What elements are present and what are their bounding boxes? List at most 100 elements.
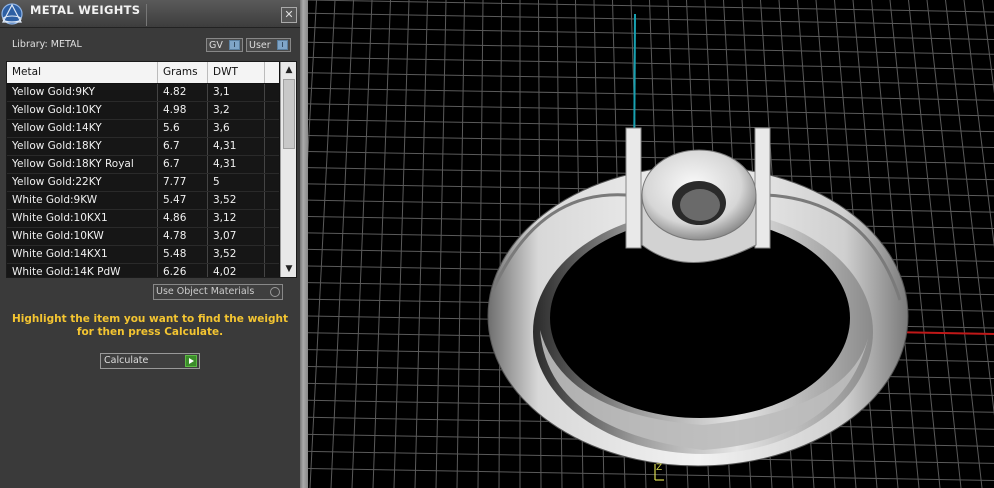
cell-metal: White Gold:10KX1 (7, 210, 158, 227)
cell-spacer (265, 84, 279, 101)
cell-metal: White Gold:14KX1 (7, 246, 158, 263)
cell-spacer (265, 228, 279, 245)
cell-grams: 6.7 (158, 138, 208, 155)
grid-line (308, 87, 994, 101)
play-icon (185, 355, 197, 367)
cell-metal: White Gold:9KW (7, 192, 158, 209)
grid-line (498, 0, 502, 488)
grid-line (308, 135, 994, 149)
table-header: Metal Grams DWT (7, 62, 279, 83)
cell-grams: 6.7 (158, 156, 208, 173)
cell-metal: Yellow Gold:18KY Royal (7, 156, 158, 173)
grid-line (414, 0, 428, 488)
cell-spacer (265, 156, 279, 173)
cell-grams: 4.86 (158, 210, 208, 227)
cell-grams: 4.78 (158, 228, 208, 245)
cell-dwt: 3,1 (208, 84, 265, 101)
table-row[interactable]: Yellow Gold:9KY 4.82 3,1 (7, 84, 279, 102)
grid-line (308, 151, 994, 165)
cell-dwt: 3,12 (208, 210, 265, 227)
cell-grams: 5.48 (158, 246, 208, 263)
3d-viewport[interactable]: Z (308, 0, 994, 488)
cell-spacer (265, 210, 279, 227)
cell-dwt: 3,52 (208, 246, 265, 263)
grid-line (393, 0, 410, 488)
table-row[interactable]: Yellow Gold:10KY 4.98 3,2 (7, 102, 279, 120)
scroll-up-icon[interactable]: ▲ (281, 62, 296, 78)
library-user-button[interactable]: User I (246, 38, 291, 52)
cell-dwt: 3,52 (208, 192, 265, 209)
grid-line (477, 0, 484, 488)
library-user-label: User (249, 40, 271, 51)
grid-line (308, 56, 994, 70)
cell-dwt: 4,31 (208, 156, 265, 173)
cell-metal: Yellow Gold:14KY (7, 120, 158, 137)
ring-prong-left (625, 127, 642, 249)
cell-spacer (265, 138, 279, 155)
cell-spacer (265, 120, 279, 137)
close-button[interactable]: ✕ (281, 7, 297, 23)
cell-spacer (265, 246, 279, 263)
library-gv-button[interactable]: GV I (206, 38, 243, 52)
table-body: Yellow Gold:9KY 4.82 3,1 Yellow Gold:10KY 4.… (7, 84, 279, 277)
cell-metal: White Gold:10KW (7, 228, 158, 245)
metal-weights-panel: METAL WEIGHTS ✕ Library: METAL GV I User… (0, 0, 300, 488)
grid-line (308, 103, 994, 117)
table-row[interactable]: White Gold:14K PdW 6.26 4,02 (7, 264, 279, 277)
grid-line (308, 468, 994, 482)
cell-grams: 4.98 (158, 102, 208, 119)
table-row[interactable]: Yellow Gold:18KY Royal 6.7 4,31 (7, 156, 279, 174)
table-row[interactable]: White Gold:10KX1 4.86 3,12 (7, 210, 279, 228)
panel-titlebar: METAL WEIGHTS ✕ (0, 0, 300, 28)
panel-title: METAL WEIGHTS (30, 3, 141, 17)
cell-dwt: 4,02 (208, 264, 265, 277)
grid-line (435, 0, 447, 488)
cell-metal: Yellow Gold:10KY (7, 102, 158, 119)
cell-dwt: 3,2 (208, 102, 265, 119)
metal-table: Metal Grams DWT Yellow Gold:9KY 4.82 3,1 Ye… (6, 61, 297, 278)
table-row[interactable]: Yellow Gold:14KY 5.6 3,6 (7, 120, 279, 138)
cell-metal: Yellow Gold:9KY (7, 84, 158, 101)
use-object-materials-toggle[interactable]: Use Object Materials (153, 284, 283, 300)
scroll-down-icon[interactable]: ▼ (281, 261, 296, 277)
table-row[interactable]: Yellow Gold:22KY 7.77 5 (7, 174, 279, 192)
title-divider (146, 4, 147, 26)
grid-line (982, 0, 994, 94)
scroll-thumb[interactable] (283, 79, 295, 149)
toggle-indicator-icon: I (229, 40, 240, 50)
column-header-grams[interactable]: Grams (158, 62, 208, 83)
instruction-text: Highlight the item you want to find the … (12, 313, 288, 338)
cell-spacer (265, 264, 279, 277)
use-object-materials-label: Use Object Materials (156, 286, 255, 297)
ring-prong-right (754, 127, 771, 249)
app-logo-icon (1, 3, 23, 25)
table-scrollbar[interactable]: ▲ ▼ (280, 62, 296, 277)
calculate-button[interactable]: Calculate (100, 353, 200, 369)
grid-line (372, 0, 391, 488)
cell-grams: 6.26 (158, 264, 208, 277)
library-label: Library: METAL (12, 39, 82, 50)
column-header-metal[interactable]: Metal (7, 62, 158, 83)
table-row[interactable]: White Gold:9KW 5.47 3,52 (7, 192, 279, 210)
table-row[interactable]: White Gold:14KX1 5.48 3,52 (7, 246, 279, 264)
grid-line (308, 119, 994, 133)
ring-model[interactable] (487, 127, 909, 467)
ring-setting-hole-inner (680, 189, 720, 221)
cell-grams: 5.47 (158, 192, 208, 209)
column-header-spacer (265, 62, 279, 83)
table-row[interactable]: Yellow Gold:18KY 6.7 4,31 (7, 138, 279, 156)
cell-metal: Yellow Gold:18KY (7, 138, 158, 155)
cell-metal: Yellow Gold:22KY (7, 174, 158, 191)
viewport-canvas[interactable] (308, 0, 994, 488)
panel-splitter[interactable] (300, 0, 308, 488)
column-header-dwt[interactable]: DWT (208, 62, 265, 83)
calculate-label: Calculate (104, 355, 149, 366)
cell-dwt: 3,6 (208, 120, 265, 137)
cell-grams: 5.6 (158, 120, 208, 137)
radio-indicator-icon (270, 287, 280, 297)
cell-spacer (265, 174, 279, 191)
table-row[interactable]: White Gold:10KW 4.78 3,07 (7, 228, 279, 246)
cell-spacer (265, 192, 279, 209)
cell-spacer (265, 102, 279, 119)
cell-grams: 7.77 (158, 174, 208, 191)
